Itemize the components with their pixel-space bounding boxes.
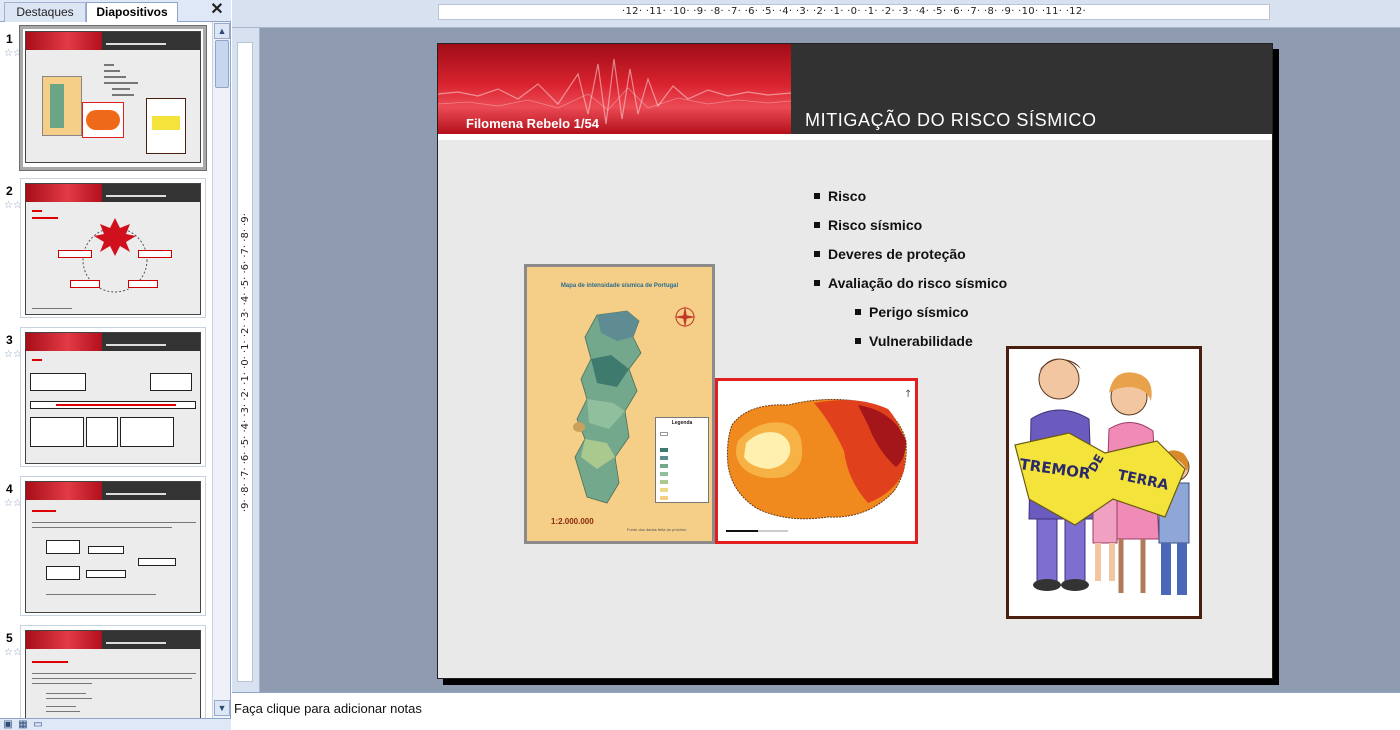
slide-workspace: ·12· ·11· ·10· ·9· ·8· ·7· ·6· ·5· ·4· ·… [232, 0, 1400, 692]
tab-slides[interactable]: Diapositivos [86, 2, 178, 23]
bullet-text: Risco sísmico [828, 217, 923, 233]
close-pane-icon[interactable]: ✕ [208, 1, 226, 19]
slide-thumbnail[interactable] [20, 327, 206, 467]
header-divider [438, 134, 1272, 140]
horizontal-ruler-scale: ·12· ·11· ·10· ·9· ·8· ·7· ·6· ·5· ·4· ·… [438, 4, 1270, 20]
scroll-up-icon[interactable]: ▲ [214, 23, 230, 39]
bullet-square-icon [814, 222, 820, 228]
slide-thumbnail[interactable] [20, 625, 206, 718]
notes-placeholder[interactable]: Faça clique para adicionar notas [234, 701, 422, 716]
island-seismic-map[interactable]: ↑ [715, 378, 918, 544]
horizontal-ruler: ·12· ·11· ·10· ·9· ·8· ·7· ·6· ·5· ·4· ·… [232, 0, 1400, 28]
thumbnail-row[interactable]: 1 ☆☆ [0, 25, 212, 174]
vertical-ruler-text: ·9· ·8· ·7· ·6· ·5· ·4· ·3· ·2· ·1· ·0· … [240, 213, 251, 513]
compass-rose-icon [674, 306, 696, 328]
thumbnail-row[interactable]: 3 ☆☆ [0, 327, 212, 469]
slide-sorter-view-icon[interactable]: ▦ [16, 719, 30, 730]
vertical-ruler: ·9· ·8· ·7· ·6· ·5· ·4· ·3· ·2· ·1· ·0· … [232, 28, 260, 692]
thumbnail-number: 5 [6, 631, 13, 645]
slide-thumbnail[interactable] [20, 178, 206, 318]
bullet-square-icon [814, 193, 820, 199]
thumbnail-preview [25, 481, 201, 613]
slide-title[interactable]: MITIGAÇÃO DO RISCO SÍSMICO [805, 110, 1097, 131]
thumbnail-preview [25, 630, 201, 718]
bullet-square-icon [814, 280, 820, 286]
bullet-text: Vulnerabilidade [869, 333, 973, 349]
vertical-ruler-scale: ·9· ·8· ·7· ·6· ·5· ·4· ·3· ·2· ·1· ·0· … [237, 42, 253, 682]
tab-outline[interactable]: Destaques [4, 2, 86, 22]
portugal-map-icon [573, 310, 642, 504]
thumbnail-number: 1 [6, 32, 13, 46]
view-buttons: ▣ ▦ ▭ [0, 718, 231, 730]
bullet-text: Deveres de proteção [828, 246, 966, 262]
bullet-item: Risco [814, 184, 1114, 213]
slide-canvas[interactable]: Filomena Rebelo 1/54 MITIGAÇÃO DO RISCO … [437, 43, 1273, 679]
bullet-text: Risco [828, 188, 867, 204]
notes-pane[interactable]: Faça clique para adicionar notas [232, 692, 1400, 730]
family-illustration[interactable]: TREMOR DE TERRA [1006, 346, 1202, 619]
bullet-text: Avaliação do risco sísmico [828, 275, 1008, 291]
thumbnail-number: 3 [6, 333, 13, 347]
thumbnail-row[interactable]: 2 ☆☆ [0, 178, 212, 320]
bullet-square-icon [855, 309, 861, 315]
map-legend: Legenda [655, 417, 709, 503]
island-intensity-map-icon: ↑ [726, 389, 912, 532]
thumbnail-preview [25, 332, 201, 464]
bullet-item: Deveres de proteção [814, 242, 1114, 271]
thumbnail-list: 1 ☆☆ 2 ☆☆ 3 ☆☆ 4 ☆☆ 5 ☆☆ [0, 22, 212, 718]
bullet-square-icon [814, 251, 820, 257]
scroll-down-icon[interactable]: ▼ [214, 700, 230, 716]
thumbnail-scrollbar[interactable]: ▲ ▼ [212, 22, 230, 718]
normal-view-icon[interactable]: ▣ [1, 719, 15, 730]
thumbnail-row[interactable]: 4 ☆☆ [0, 476, 212, 618]
slide-thumbnail[interactable] [20, 476, 206, 616]
thumbnail-preview [25, 31, 201, 163]
thumbnail-number: 2 [6, 184, 13, 198]
bullet-item: Risco sísmico [814, 213, 1114, 242]
map-source: Fonte dos dados feita do próximo [627, 527, 687, 532]
map-title: Mapa de intensidade sísmica de Portugal [560, 283, 679, 289]
pane-tabs: Destaques Diapositivos ✕ [0, 0, 231, 23]
map-scale: 1:2.000.000 [551, 517, 594, 526]
bullet-list[interactable]: Risco Risco sísmico Deveres de proteção … [814, 184, 1114, 358]
map-legend-title: Legenda [671, 420, 693, 426]
slideshow-view-icon[interactable]: ▭ [31, 719, 45, 730]
portugal-seismic-map[interactable]: Mapa de intensidade sísmica de Portugal … [524, 264, 715, 544]
slide-thumbnail[interactable] [19, 25, 207, 171]
slides-pane: Destaques Diapositivos ✕ 1 ☆☆ 2 ☆☆ 3 ☆☆ … [0, 0, 231, 730]
scroll-thumb[interactable] [215, 40, 229, 88]
thumbnail-row[interactable]: 5 ☆☆ [0, 625, 212, 718]
family-reading-sign-icon: TREMOR DE TERRA [1014, 358, 1190, 595]
thumbnail-number: 4 [6, 482, 13, 496]
thumbnail-preview [25, 183, 201, 315]
bullet-text: Perigo sísmico [869, 304, 969, 320]
bullet-item: Perigo sísmico [814, 300, 1114, 329]
bullet-square-icon [855, 338, 861, 344]
slide-author[interactable]: Filomena Rebelo 1/54 [466, 116, 599, 131]
svg-text:↑: ↑ [904, 389, 912, 400]
bullet-item: Avaliação do risco sísmico [814, 271, 1114, 300]
